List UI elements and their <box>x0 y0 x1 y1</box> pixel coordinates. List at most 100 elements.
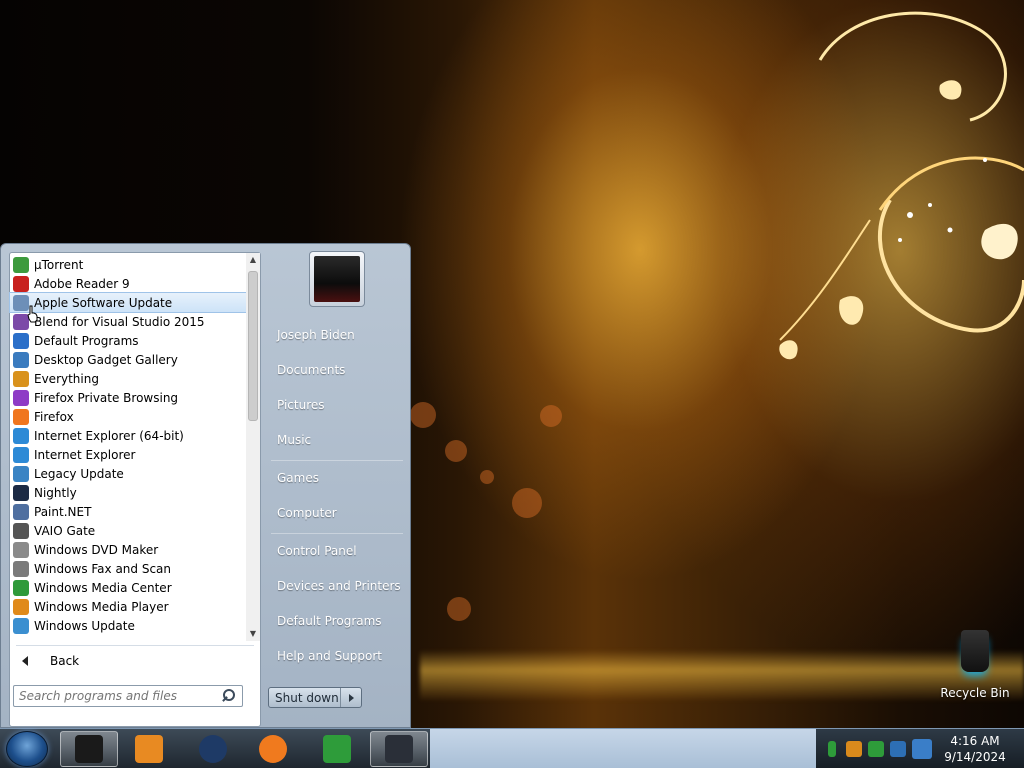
program-item[interactable]: Windows Media Center <box>10 578 246 597</box>
devices-printers-link[interactable]: Devices and Printers <box>269 572 405 600</box>
media-center-icon <box>13 579 29 596</box>
start-button[interactable] <box>6 731 48 767</box>
network-icon[interactable] <box>890 741 906 757</box>
scroll-down-arrow-icon[interactable]: ▼ <box>246 627 260 641</box>
program-item[interactable]: Default Programs <box>10 331 246 350</box>
program-item[interactable]: Windows Fax and Scan <box>10 559 246 578</box>
shutdown-options-arrow-icon[interactable] <box>341 688 361 707</box>
nightly-taskbar-icon <box>199 735 227 763</box>
program-label: Windows Media Center <box>34 580 172 595</box>
task-app-3[interactable] <box>184 731 242 767</box>
wallpaper-swirl-graphic <box>779 11 1024 360</box>
program-label: Windows Fax and Scan <box>34 561 172 576</box>
shutdown-button[interactable]: Shut down <box>269 688 341 707</box>
program-item[interactable]: Windows Media Player <box>10 597 246 616</box>
program-item[interactable]: Windows DVD Maker <box>10 540 246 559</box>
pictures-link[interactable]: Pictures <box>269 391 405 419</box>
program-label: Legacy Update <box>34 466 124 481</box>
paint-net-icon <box>13 503 29 520</box>
utorrent-icon <box>13 256 29 273</box>
everything-tray-icon[interactable] <box>846 741 862 757</box>
recycle-bin-label: Recycle Bin <box>940 686 1010 700</box>
task-app-6[interactable] <box>370 731 428 767</box>
program-item[interactable]: Desktop Gadget Gallery <box>10 350 246 369</box>
program-item[interactable]: Firefox <box>10 407 246 426</box>
program-label: Windows Update <box>34 618 135 633</box>
search-icon[interactable] <box>220 687 238 705</box>
mouse-pointer-hand-icon <box>27 305 38 323</box>
task-app-1[interactable] <box>60 731 118 767</box>
default-programs-link[interactable]: Default Programs <box>269 607 405 635</box>
program-label: Blend for Visual Studio 2015 <box>34 314 205 329</box>
back-arrow-icon <box>22 656 28 666</box>
scroll-up-arrow-icon[interactable]: ▲ <box>246 253 260 267</box>
back-button[interactable]: Back <box>16 649 254 673</box>
wallpaper-bokeh <box>410 402 436 428</box>
program-label: Paint.NET <box>34 504 92 519</box>
clock-date: 9/14/2024 <box>944 750 1006 764</box>
firefox-taskbar-icon <box>259 735 287 763</box>
media-player-taskbar-icon <box>135 735 163 763</box>
clock-time: 4:16 AM <box>950 734 1000 748</box>
program-item[interactable]: Firefox Private Browsing <box>10 388 246 407</box>
task-app-5[interactable] <box>308 731 366 767</box>
task-app-2[interactable] <box>120 731 178 767</box>
taskbar: 4:16 AM 9/14/2024 <box>0 728 1024 768</box>
legacy-update-icon <box>13 465 29 482</box>
adobe-reader-icon <box>13 275 29 292</box>
program-item[interactable]: Blend for Visual Studio 2015 <box>10 312 246 331</box>
program-label: Firefox <box>34 409 74 424</box>
program-item[interactable]: VAIO Gate <box>10 521 246 540</box>
program-label: Internet Explorer <box>34 447 136 462</box>
internet-explorer-icon <box>13 446 29 463</box>
program-item[interactable]: Windows Update <box>10 616 246 635</box>
programs-separator <box>16 645 254 646</box>
games-link[interactable]: Games <box>269 464 405 492</box>
program-item[interactable]: µTorrent <box>10 255 246 274</box>
user-picture[interactable] <box>309 251 365 307</box>
program-label: Desktop Gadget Gallery <box>34 352 178 367</box>
music-link[interactable]: Music <box>269 426 405 454</box>
search-box[interactable] <box>13 685 243 707</box>
program-item[interactable]: Paint.NET <box>10 502 246 521</box>
program-item[interactable]: Nightly <box>10 483 246 502</box>
program-label: Windows Media Player <box>34 599 169 614</box>
program-label: Internet Explorer (64-bit) <box>34 428 184 443</box>
program-label: Firefox Private Browsing <box>34 390 179 405</box>
program-item[interactable]: Apple Software Update <box>9 292 247 313</box>
program-item[interactable]: Adobe Reader 9 <box>10 274 246 293</box>
user-name-link[interactable]: Joseph Biden <box>269 321 405 349</box>
system-clock[interactable]: 4:16 AM 9/14/2024 <box>940 733 1010 765</box>
task-app-4[interactable] <box>244 731 302 767</box>
internet-download-manager-icon <box>323 735 351 763</box>
control-panel-link[interactable]: Control Panel <box>269 537 405 565</box>
scrollbar-thumb[interactable] <box>248 271 258 421</box>
wallpaper-bokeh <box>445 440 467 462</box>
computer-link[interactable]: Computer <box>269 499 405 527</box>
firefox-icon <box>13 408 29 425</box>
fax-scan-icon <box>13 560 29 577</box>
program-label: VAIO Gate <box>34 523 96 538</box>
search-input[interactable] <box>14 687 220 705</box>
programs-scrollbar[interactable]: ▲ ▼ <box>246 253 260 641</box>
program-item[interactable]: Internet Explorer <box>10 445 246 464</box>
recycle-bin-desktop-icon[interactable]: Recycle Bin <box>940 630 1010 702</box>
program-item[interactable]: Everything <box>10 369 246 388</box>
program-item[interactable]: Internet Explorer (64-bit) <box>10 426 246 445</box>
signal-bars-icon[interactable] <box>828 741 836 757</box>
download-manager-tray-icon[interactable] <box>868 741 884 757</box>
action-center-flag-icon[interactable] <box>912 739 932 759</box>
media-player-icon <box>13 598 29 615</box>
help-support-link[interactable]: Help and Support <box>269 642 405 670</box>
monitor-app-icon <box>75 735 103 763</box>
program-item[interactable]: Legacy Update <box>10 464 246 483</box>
nightly-icon <box>13 484 29 501</box>
windows-update-icon <box>13 617 29 634</box>
wallpaper-bokeh <box>480 470 494 484</box>
start-menu: µTorrent Adobe Reader 9 Apple Software Upd… <box>0 243 411 728</box>
back-label: Back <box>50 654 80 668</box>
documents-link[interactable]: Documents <box>269 356 405 384</box>
system-tray: 4:16 AM 9/14/2024 <box>816 729 1024 768</box>
program-label: Nightly <box>34 485 77 500</box>
program-label: Adobe Reader 9 <box>34 276 130 291</box>
